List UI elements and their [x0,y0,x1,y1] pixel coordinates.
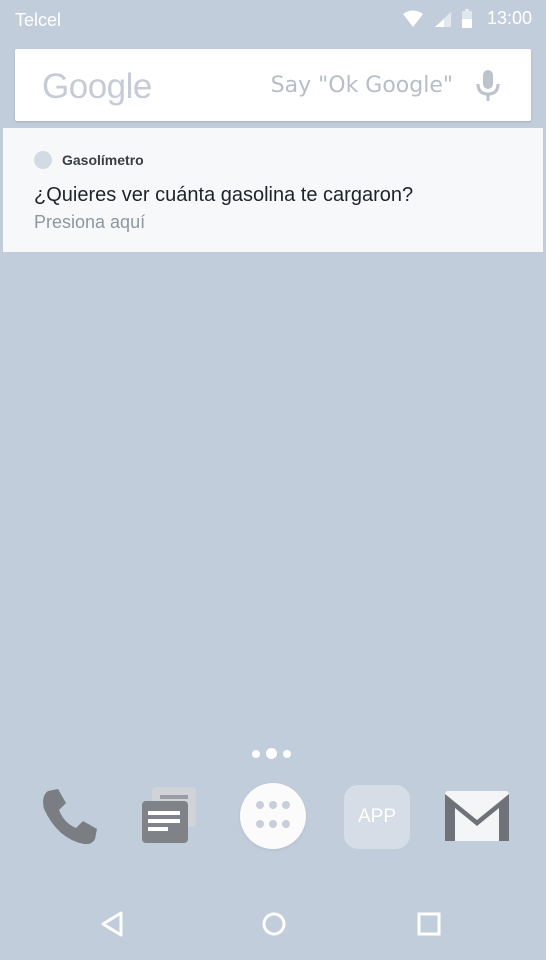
notification-app-name: Gasolímetro [62,152,144,168]
status-bar: Telcel 13:00 [0,0,546,42]
wifi-icon [402,10,423,28]
recents-icon[interactable] [416,910,442,943]
carrier-name: Telcel [15,10,62,30]
back-icon[interactable] [99,910,125,943]
page-dot-current [266,748,277,759]
phone-icon[interactable] [34,780,104,852]
messages-icon[interactable] [134,780,204,852]
page-dot [283,749,291,758]
dock: APP [0,780,546,856]
notification-text: Presiona aquí [34,212,146,232]
voice-search-hint[interactable]: Say "Ok Google" [271,73,453,98]
status-icons: 13:00 [402,8,532,29]
google-search-bar[interactable]: Google Say "Ok Google" [15,49,531,121]
notification-title: ¿Quieres ver cuánta gasolina te cargaron… [34,184,414,206]
home-icon[interactable] [261,910,287,943]
page-dot [252,749,260,758]
google-logo: Google [42,67,152,106]
page-indicator [252,748,291,759]
app-icon[interactable]: APP [344,785,410,849]
navigation-bar [0,890,546,960]
mic-icon[interactable] [475,69,501,108]
battery-icon [461,8,473,29]
signal-icon [433,10,451,28]
all-apps-button[interactable] [240,783,306,849]
app-icon-label: APP [357,806,397,827]
gmail-icon[interactable] [442,780,512,852]
app-notification-icon [34,151,52,169]
all-apps-icon [256,801,290,828]
clock: 13:00 [486,8,532,28]
notification-card[interactable]: Gasolímetro ¿Quieres ver cuánta gasolina… [3,128,543,252]
